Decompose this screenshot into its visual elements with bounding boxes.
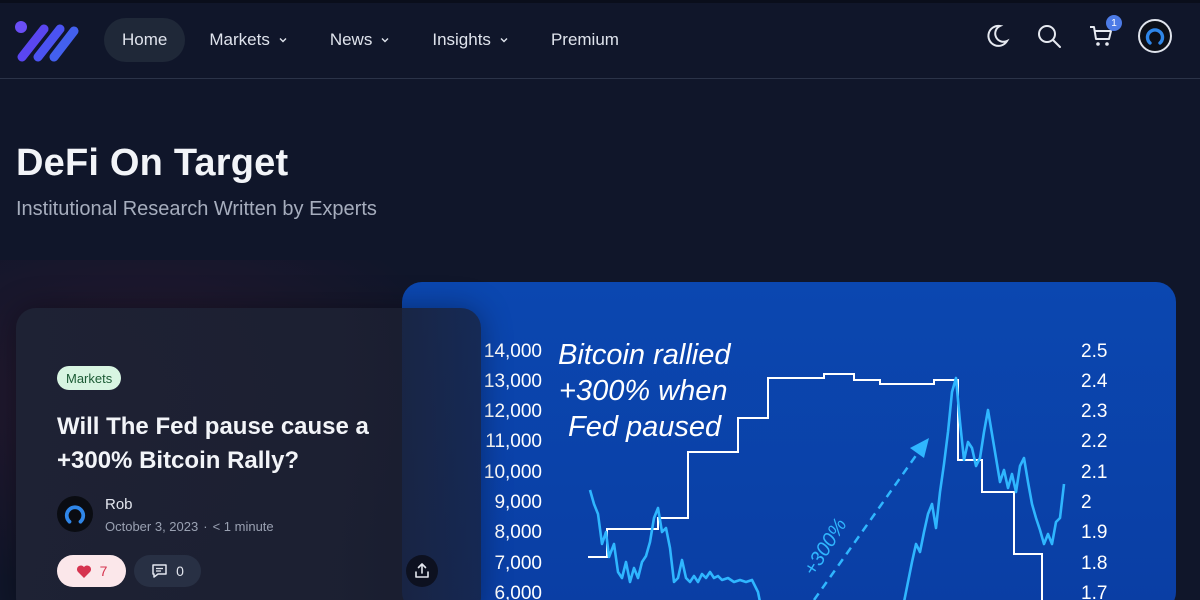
chart-annotation-line: Bitcoin rallied [558,339,731,371]
bitcoin-price-line [588,489,761,600]
left-axis-tick: 10,000 [484,462,542,483]
arrow-head-icon [910,438,929,458]
nav-home-label: Home [122,30,168,49]
post-title[interactable]: Will The Fed pause cause a +300% Bitcoin… [57,410,417,478]
chevron-down-icon [500,38,508,43]
nav-insights-label: Insights [432,30,491,49]
left-axis-tick: 6,000 [494,583,542,600]
top-navbar: Home Markets News Insights Premium 1 [0,3,1200,79]
user-avatar-button[interactable] [1138,19,1172,53]
right-axis-tick: 1.8 [1081,553,1107,574]
theme-toggle-button[interactable] [982,21,1012,51]
bitcoin-fed-chart-image: 14,000 13,000 12,000 11,000 10,000 9,000… [484,339,1108,600]
main-nav: Home Markets News Insights Premium [104,18,637,62]
nav-markets-label: Markets [209,30,270,49]
avatar [1145,28,1165,45]
right-axis-tick: 1.9 [1081,522,1107,543]
moon-icon [987,24,1010,47]
comment-count: 0 [176,563,184,579]
post-date: October 3, 2023 [105,519,199,534]
heart-icon [76,564,91,578]
chevron-down-icon [381,38,389,43]
author-name[interactable]: Rob [105,496,133,513]
nav-insights[interactable]: Insights [414,18,527,62]
nav-premium[interactable]: Premium [533,18,637,62]
arrow-label: +300% [800,515,852,580]
left-axis-tick: 9,000 [494,492,542,513]
featured-post-card[interactable]: Markets Will The Fed pause cause a +300%… [16,308,481,600]
meta-separator: · [203,519,208,534]
author-avatar-icon [64,505,86,524]
chevron-down-icon [279,38,287,43]
left-axis-tick: 14,000 [484,341,542,362]
post-meta: October 3, 2023 · < 1 minute [105,519,274,534]
page-subtitle: Institutional Research Written by Expert… [16,198,377,220]
chart-annotation-line: +300% when [559,375,728,407]
right-axis-tick: 2.2 [1081,431,1107,452]
left-axis-tick: 11,000 [485,431,542,452]
right-axis-tick: 2.1 [1081,462,1107,483]
like-button[interactable]: 7 [57,555,126,587]
left-axis-tick: 7,000 [494,553,542,574]
nav-markets[interactable]: Markets [191,18,305,62]
nav-news[interactable]: News [312,18,409,62]
category-tag[interactable]: Markets [57,366,122,390]
featured-post-image[interactable]: 14,000 13,000 12,000 11,000 10,000 9,000… [402,282,1176,600]
search-icon [1038,25,1061,48]
page-title: DeFi On Target [16,142,289,184]
chart-annotation-line: Fed paused [568,411,722,443]
nav-news-label: News [329,30,373,49]
read-time: < 1 minute [212,519,274,534]
share-icon [415,563,429,578]
left-axis-tick: 13,000 [484,371,542,392]
nav-home[interactable]: Home [104,18,186,62]
left-axis-tick: 8,000 [494,522,542,543]
left-axis-tick: 12,000 [484,401,542,422]
site-logo[interactable] [14,17,80,65]
comment-icon [152,564,167,578]
comment-button[interactable]: 0 [134,555,201,587]
search-button[interactable] [1034,21,1064,51]
right-axis-tick: 2 [1081,492,1092,513]
cart-count-badge: 1 [1106,15,1122,31]
nav-premium-label: Premium [550,30,619,49]
share-button[interactable] [406,555,438,587]
nav-actions: 1 [982,15,1172,53]
author-avatar[interactable] [57,496,93,532]
cart-button[interactable]: 1 [1086,15,1122,51]
right-axis-tick: 1.7 [1081,583,1107,600]
right-axis-tick: 2.5 [1081,341,1107,362]
like-count: 7 [99,563,108,579]
right-axis-tick: 2.4 [1081,371,1108,392]
right-axis-tick: 2.3 [1081,401,1107,422]
